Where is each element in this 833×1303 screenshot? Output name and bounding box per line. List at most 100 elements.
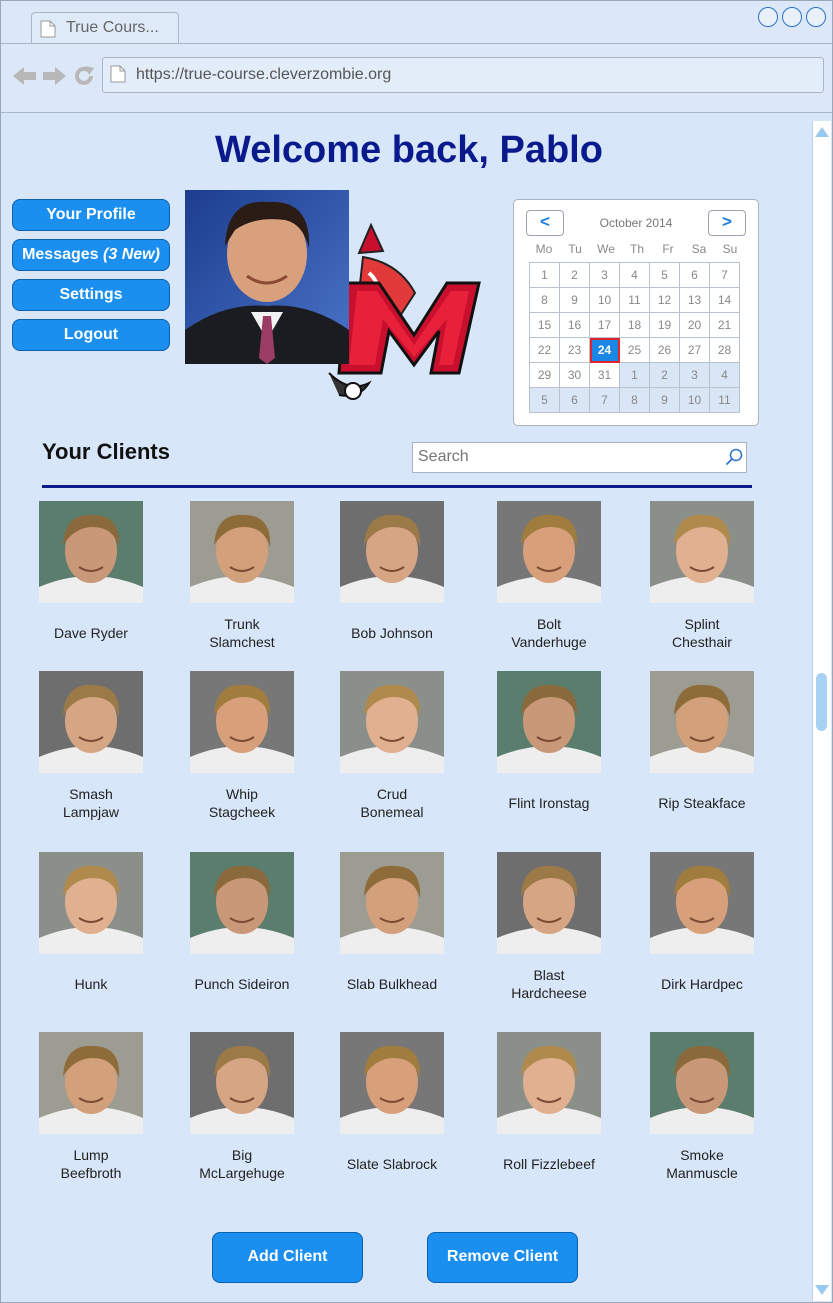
client-photo[interactable] bbox=[497, 852, 601, 954]
add-client-button[interactable]: Add Client bbox=[212, 1232, 363, 1283]
logout-button[interactable]: Logout bbox=[12, 319, 170, 351]
calendar-day-cell[interactable]: 14 bbox=[709, 287, 740, 313]
client-name[interactable]: Blast Hardcheese bbox=[474, 966, 624, 1002]
calendar-prev-button[interactable]: < bbox=[526, 210, 564, 236]
client-name[interactable]: Smash Lampjaw bbox=[16, 785, 166, 821]
client-photo[interactable] bbox=[340, 671, 444, 773]
calendar-day-cell[interactable]: 21 bbox=[709, 312, 740, 338]
client-photo[interactable] bbox=[650, 1032, 754, 1134]
calendar-day-cell[interactable]: 4 bbox=[619, 262, 650, 288]
client-search-box[interactable] bbox=[412, 442, 747, 473]
scrollbar-thumb[interactable] bbox=[816, 673, 827, 731]
remove-client-button[interactable]: Remove Client bbox=[427, 1232, 578, 1283]
calendar-day-cell[interactable]: 11 bbox=[619, 287, 650, 313]
client-photo[interactable] bbox=[497, 1032, 601, 1134]
calendar-day-cell[interactable]: 22 bbox=[529, 337, 560, 363]
client-photo[interactable] bbox=[650, 852, 754, 954]
client-name[interactable]: Bob Johnson bbox=[317, 624, 467, 642]
calendar-day-cell[interactable]: 17 bbox=[589, 312, 620, 338]
calendar-day-cell[interactable]: 2 bbox=[649, 362, 680, 388]
calendar-day-cell[interactable]: 10 bbox=[679, 387, 710, 413]
client-name[interactable]: Lump Beefbroth bbox=[16, 1146, 166, 1182]
client-name[interactable]: Crud Bonemeal bbox=[317, 785, 467, 821]
client-photo[interactable] bbox=[497, 501, 601, 603]
calendar-day-cell[interactable]: 13 bbox=[679, 287, 710, 313]
address-bar[interactable]: https://true-course.cleverzombie.org bbox=[102, 57, 824, 93]
calendar-day-cell[interactable]: 3 bbox=[589, 262, 620, 288]
client-photo[interactable] bbox=[650, 671, 754, 773]
calendar-day-cell[interactable]: 18 bbox=[619, 312, 650, 338]
calendar-day-cell[interactable]: 8 bbox=[619, 387, 650, 413]
client-photo[interactable] bbox=[190, 501, 294, 603]
calendar-day-cell[interactable]: 9 bbox=[649, 387, 680, 413]
client-name[interactable]: Roll Fizzlebeef bbox=[474, 1155, 624, 1173]
vertical-scrollbar[interactable] bbox=[812, 121, 831, 1301]
calendar-next-button[interactable]: > bbox=[708, 210, 746, 236]
client-name[interactable]: Splint Chesthair bbox=[627, 615, 777, 651]
client-name[interactable]: Dirk Hardpec bbox=[627, 975, 777, 993]
calendar-day-cell[interactable]: 25 bbox=[619, 337, 650, 363]
calendar-day-cell[interactable]: 28 bbox=[709, 337, 740, 363]
calendar-day-cell[interactable]: 7 bbox=[589, 387, 620, 413]
calendar-day-cell[interactable]: 1 bbox=[619, 362, 650, 388]
client-name[interactable]: Slab Bulkhead bbox=[317, 975, 467, 993]
calendar-day-cell[interactable]: 23 bbox=[559, 337, 590, 363]
calendar-day-cell[interactable]: 5 bbox=[649, 262, 680, 288]
client-photo[interactable] bbox=[39, 501, 143, 603]
client-photo[interactable] bbox=[650, 501, 754, 603]
client-name[interactable]: Trunk Slamchest bbox=[167, 615, 317, 651]
calendar-day-cell[interactable]: 15 bbox=[529, 312, 560, 338]
calendar-day-cell[interactable]: 6 bbox=[679, 262, 710, 288]
scroll-down-arrow-icon[interactable] bbox=[815, 1285, 829, 1295]
messages-button[interactable]: Messages (3 New) bbox=[12, 239, 170, 271]
calendar-day-cell[interactable]: 11 bbox=[709, 387, 740, 413]
calendar-day-cell[interactable]: 7 bbox=[709, 262, 740, 288]
calendar-day-cell[interactable]: 4 bbox=[709, 362, 740, 388]
client-name[interactable]: Hunk bbox=[16, 975, 166, 993]
your-profile-button[interactable]: Your Profile bbox=[12, 199, 170, 231]
client-photo[interactable] bbox=[340, 1032, 444, 1134]
scroll-up-arrow-icon[interactable] bbox=[815, 127, 829, 137]
client-photo[interactable] bbox=[190, 852, 294, 954]
close-button[interactable] bbox=[806, 7, 826, 27]
calendar-day-cell[interactable]: 3 bbox=[679, 362, 710, 388]
calendar-day-cell[interactable]: 8 bbox=[529, 287, 560, 313]
calendar-day-cell[interactable]: 5 bbox=[529, 387, 560, 413]
client-name[interactable]: Big McLargehuge bbox=[167, 1146, 317, 1182]
calendar-day-cell[interactable]: 30 bbox=[559, 362, 590, 388]
search-input[interactable] bbox=[418, 448, 718, 466]
calendar-day-cell[interactable]: 2 bbox=[559, 262, 590, 288]
client-photo[interactable] bbox=[39, 852, 143, 954]
calendar-day-cell[interactable]: 6 bbox=[559, 387, 590, 413]
settings-button[interactable]: Settings bbox=[12, 279, 170, 311]
client-name[interactable]: Whip Stagcheek bbox=[167, 785, 317, 821]
calendar-day-cell[interactable]: 26 bbox=[649, 337, 680, 363]
client-photo[interactable] bbox=[340, 501, 444, 603]
profile-photo[interactable] bbox=[185, 190, 349, 364]
calendar-day-cell[interactable]: 19 bbox=[649, 312, 680, 338]
client-name[interactable]: Smoke Manmuscle bbox=[627, 1146, 777, 1182]
search-icon[interactable] bbox=[725, 448, 743, 471]
forward-arrow-icon[interactable] bbox=[42, 66, 66, 91]
maximize-button[interactable] bbox=[782, 7, 802, 27]
client-photo[interactable] bbox=[497, 671, 601, 773]
client-name[interactable]: Punch Sideiron bbox=[167, 975, 317, 993]
client-photo[interactable] bbox=[340, 852, 444, 954]
client-name[interactable]: Flint Ironstag bbox=[474, 794, 624, 812]
calendar-day-cell[interactable]: 1 bbox=[529, 262, 560, 288]
browser-tab[interactable]: True Cours... bbox=[31, 12, 179, 43]
client-photo[interactable] bbox=[190, 671, 294, 773]
calendar-day-cell[interactable]: 16 bbox=[559, 312, 590, 338]
calendar-day-cell[interactable]: 20 bbox=[679, 312, 710, 338]
calendar-day-cell[interactable]: 12 bbox=[649, 287, 680, 313]
client-photo[interactable] bbox=[39, 671, 143, 773]
calendar-day-cell[interactable]: 31 bbox=[589, 362, 620, 388]
client-name[interactable]: Dave Ryder bbox=[16, 624, 166, 642]
client-photo[interactable] bbox=[39, 1032, 143, 1134]
client-name[interactable]: Rip Steakface bbox=[627, 794, 777, 812]
calendar-day-cell[interactable]: 29 bbox=[529, 362, 560, 388]
client-photo[interactable] bbox=[190, 1032, 294, 1134]
calendar-day-cell[interactable]: 10 bbox=[589, 287, 620, 313]
calendar-day-cell[interactable]: 9 bbox=[559, 287, 590, 313]
calendar-day-cell[interactable]: 27 bbox=[679, 337, 710, 363]
